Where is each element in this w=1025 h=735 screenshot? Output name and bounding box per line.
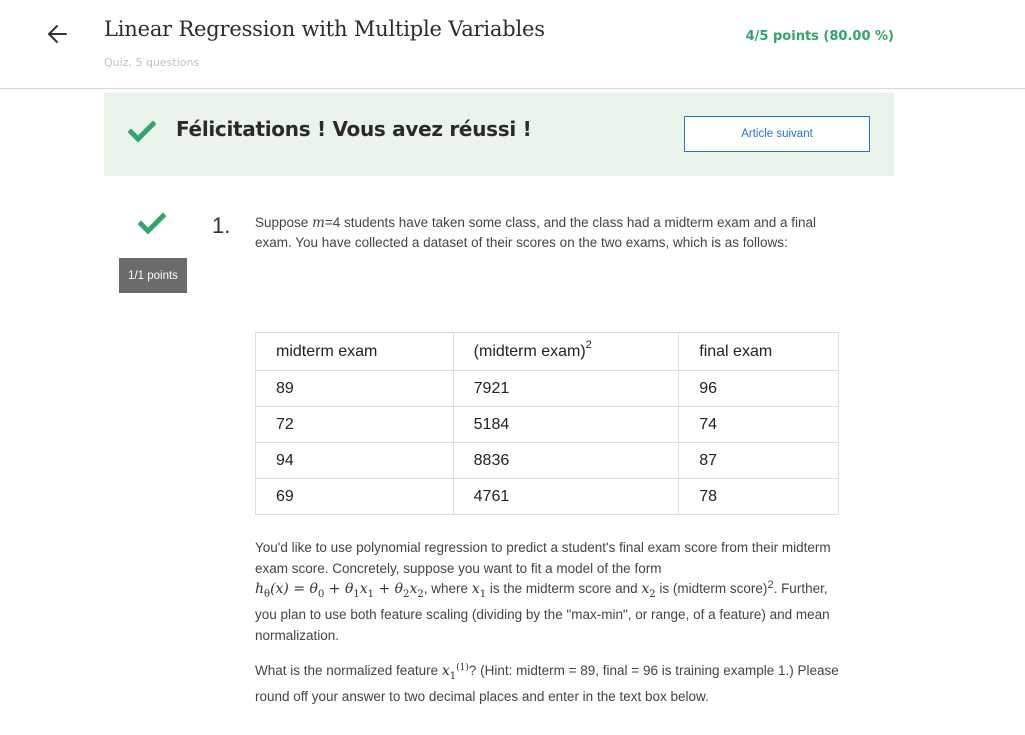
table-header-cell: midterm exam: [255, 332, 454, 371]
table-row: 94 8836 87: [255, 442, 839, 479]
back-button[interactable]: [44, 20, 72, 48]
success-message: Félicitations ! Vous avez réussi !: [176, 117, 532, 141]
table-cell: 78: [678, 478, 839, 515]
quiz-score: 4/5 points (80.00 %): [745, 29, 894, 44]
quiz-header: Linear Regression with Multiple Variable…: [0, 0, 1025, 89]
question-intro: Suppose m=4 students have taken some cla…: [255, 215, 817, 250]
arrow-left-icon: [48, 25, 67, 43]
question-description: You'd like to use polynomial regression …: [255, 540, 831, 643]
table-cell: 94: [255, 442, 454, 479]
table-cell: 89: [255, 370, 454, 407]
table-row: 89 7921 96: [255, 370, 839, 407]
page-title: Linear Regression with Multiple Variable…: [104, 17, 545, 41]
table-cell: 72: [255, 406, 454, 443]
scores-table: midterm exam (midterm exam)2 final exam …: [255, 332, 839, 515]
table-cell: 5184: [452, 406, 680, 443]
table-header-cell: (midterm exam)2: [452, 332, 680, 371]
table-cell: 69: [255, 478, 454, 515]
question-number: 1.: [212, 213, 231, 238]
quiz-subtitle: Quiz, 5 questions: [104, 56, 200, 69]
success-banner: Félicitations ! Vous avez réussi ! Artic…: [104, 92, 894, 176]
table-cell: 87: [678, 442, 839, 479]
table-row: 69 4761 78: [255, 478, 839, 515]
checkmark-icon: [138, 212, 166, 235]
model-formula: hθ(x) = θ0 + θ1x1 + θ2x2: [255, 581, 424, 600]
points-badge: 1/1 points: [119, 258, 187, 293]
table-header-cell: final exam: [678, 332, 839, 371]
question-prompt: What is the normalized feature x1(1)? (H…: [255, 663, 839, 705]
table-cell: 74: [678, 406, 839, 443]
table-cell: 4761: [452, 478, 680, 515]
table-cell: 8836: [452, 442, 680, 479]
next-item-button[interactable]: Article suivant: [684, 116, 870, 152]
table-cell: 7921: [452, 370, 680, 407]
table-row: 72 5184 74: [255, 406, 839, 443]
table-header-row: midterm exam (midterm exam)2 final exam: [255, 332, 839, 371]
checkmark-icon: [128, 120, 156, 143]
table-cell: 96: [678, 370, 839, 407]
